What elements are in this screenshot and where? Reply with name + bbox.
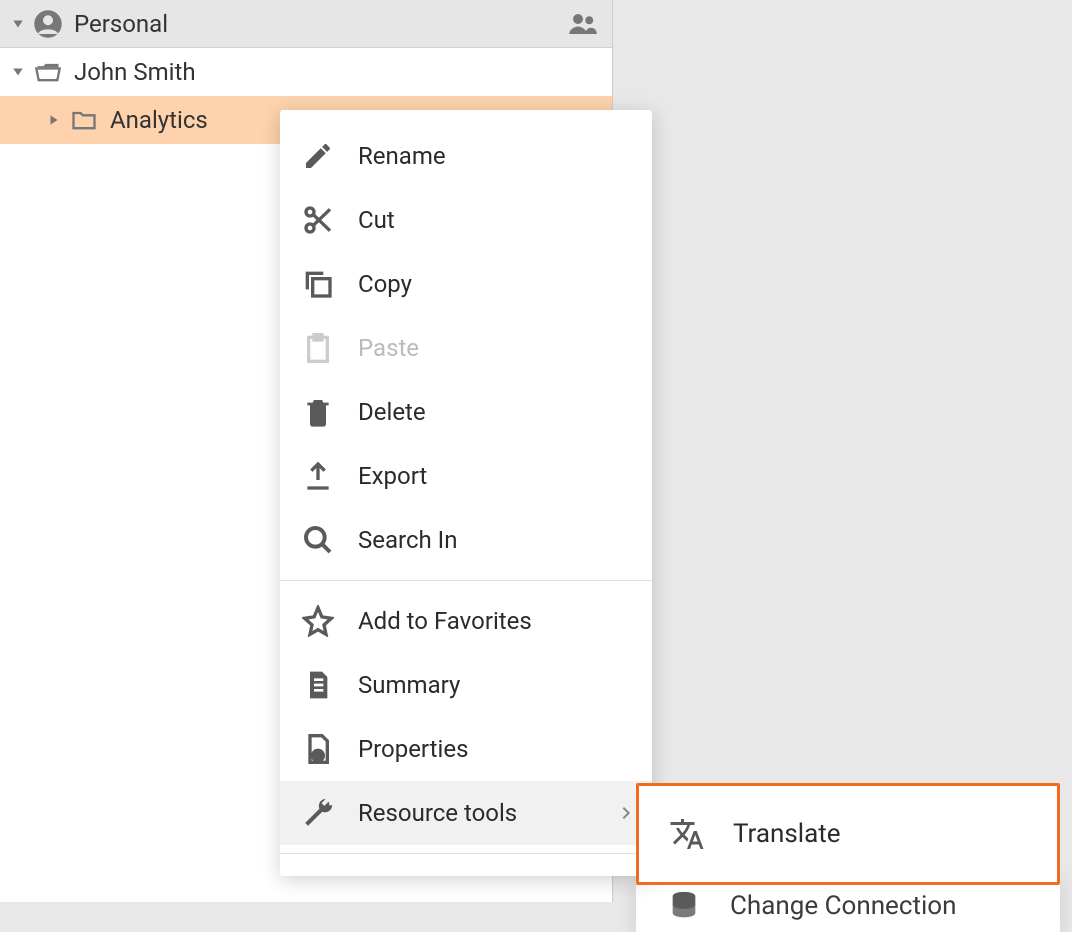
menu-item-search-in[interactable]: Search In <box>280 508 652 572</box>
scissors-icon <box>300 202 336 238</box>
folder-open-icon <box>32 56 64 88</box>
submenu-resource-tools: Translate <box>636 783 1060 885</box>
menu-item-copy[interactable]: Copy <box>280 252 652 316</box>
tree-label-personal: Personal <box>74 10 612 38</box>
svg-text:i: i <box>317 753 319 762</box>
clipboard-icon <box>300 330 336 366</box>
search-icon <box>300 522 336 558</box>
chevron-right-icon <box>618 805 634 821</box>
menu-divider <box>280 853 652 854</box>
menu-label: Cut <box>358 206 395 234</box>
menu-item-summary[interactable]: Summary <box>280 653 652 717</box>
folder-icon <box>68 104 100 136</box>
menu-label: Properties <box>358 735 468 763</box>
translate-icon <box>667 814 707 854</box>
menu-item-properties[interactable]: i Properties <box>280 717 652 781</box>
tree-label-user: John Smith <box>74 58 612 86</box>
menu-item-export[interactable]: Export <box>280 444 652 508</box>
menu-label: Summary <box>358 671 460 699</box>
menu-label: Rename <box>358 142 446 170</box>
menu-label: Resource tools <box>358 799 517 827</box>
context-menu: Rename Cut Copy Paste Delete Export Se <box>280 110 652 876</box>
menu-item-cut[interactable]: Cut <box>280 188 652 252</box>
menu-label: Search In <box>358 526 457 554</box>
tree-row-user[interactable]: John Smith <box>0 48 612 96</box>
menu-label: Copy <box>358 270 412 298</box>
submenu-item-change-connection[interactable]: Change Connection <box>636 880 1060 932</box>
submenu-item-translate[interactable]: Translate <box>639 790 1057 878</box>
person-icon <box>32 8 64 40</box>
info-document-icon: i <box>300 731 336 767</box>
menu-label: Delete <box>358 398 426 426</box>
expand-toggle-icon[interactable] <box>44 113 64 127</box>
menu-item-resource-tools[interactable]: Resource tools <box>280 781 652 845</box>
menu-label: Export <box>358 462 427 490</box>
menu-item-add-favorites[interactable]: Add to Favorites <box>280 589 652 653</box>
trash-icon <box>300 394 336 430</box>
expand-toggle-icon[interactable] <box>8 17 28 31</box>
menu-label: Paste <box>358 334 419 362</box>
database-icon <box>664 886 704 926</box>
menu-label: Add to Favorites <box>358 607 532 635</box>
menu-divider <box>280 580 652 581</box>
expand-toggle-icon[interactable] <box>8 65 28 79</box>
submenu-label: Change Connection <box>730 891 956 921</box>
wrench-icon <box>300 795 336 831</box>
star-icon <box>300 603 336 639</box>
people-icon[interactable] <box>568 9 598 39</box>
submenu-label: Translate <box>733 819 841 849</box>
export-icon <box>300 458 336 494</box>
tree-row-personal[interactable]: Personal <box>0 0 612 48</box>
document-icon <box>300 667 336 703</box>
menu-item-delete[interactable]: Delete <box>280 380 652 444</box>
menu-item-rename[interactable]: Rename <box>280 124 652 188</box>
menu-item-paste: Paste <box>280 316 652 380</box>
copy-icon <box>300 266 336 302</box>
pencil-icon <box>300 138 336 174</box>
